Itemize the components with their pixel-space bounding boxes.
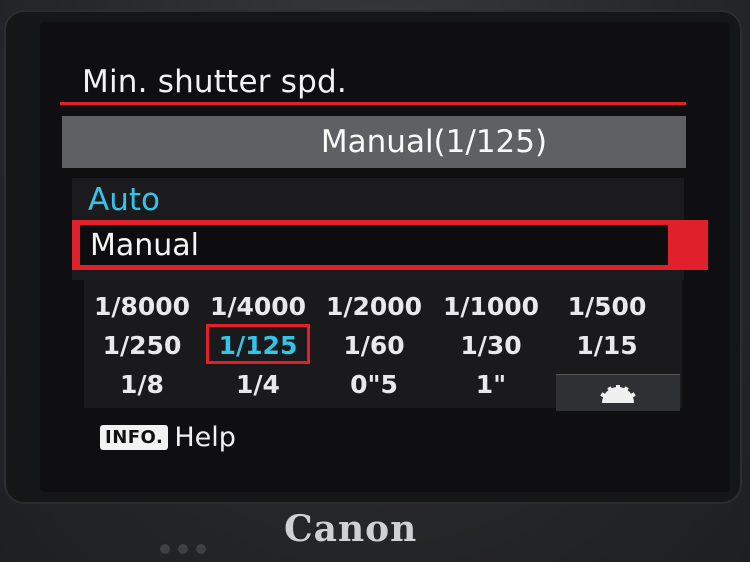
speed-1-500[interactable]: 1/500 [557,292,657,321]
speed-0-5[interactable]: 0"5 [324,370,424,399]
speed-1-30[interactable]: 1/30 [441,331,541,360]
speed-1-8[interactable]: 1/8 [92,370,192,399]
speed-1-2000[interactable]: 1/2000 [324,292,424,321]
speed-1-15[interactable]: 1/15 [557,331,657,360]
speed-1-4000[interactable]: 1/4000 [208,292,308,321]
option-auto[interactable]: Auto [88,182,160,218]
speed-1-60[interactable]: 1/60 [324,331,424,360]
brand-logo: Canon [284,508,418,550]
info-button-label[interactable]: INFO. [100,425,169,450]
indicator-dots [160,544,206,554]
help-text: Help [174,422,236,453]
main-dial-hint [556,374,680,411]
main-dial-icon [600,385,636,403]
title-divider [60,102,686,105]
current-setting-value: Manual(1/125) [320,124,548,160]
indicator-dot [160,544,170,554]
indicator-dot [178,544,188,554]
indicator-dot [196,544,206,554]
current-setting-bar: Manual(1/125) [62,116,686,168]
speed-1-125[interactable]: 1/125 [208,331,308,360]
menu-title: Min. shutter spd. [82,64,347,100]
speed-1-250[interactable]: 1/250 [92,331,192,360]
speed-1s[interactable]: 1" [441,370,541,399]
help-hint: INFO. Help [100,422,236,453]
speed-1-1000[interactable]: 1/1000 [441,292,541,321]
camera-body: Min. shutter spd. Manual(1/125) Auto Man… [0,0,750,562]
speed-1-4[interactable]: 1/4 [208,370,308,399]
option-manual[interactable]: Manual [90,228,199,263]
speed-1-8000[interactable]: 1/8000 [92,292,192,321]
